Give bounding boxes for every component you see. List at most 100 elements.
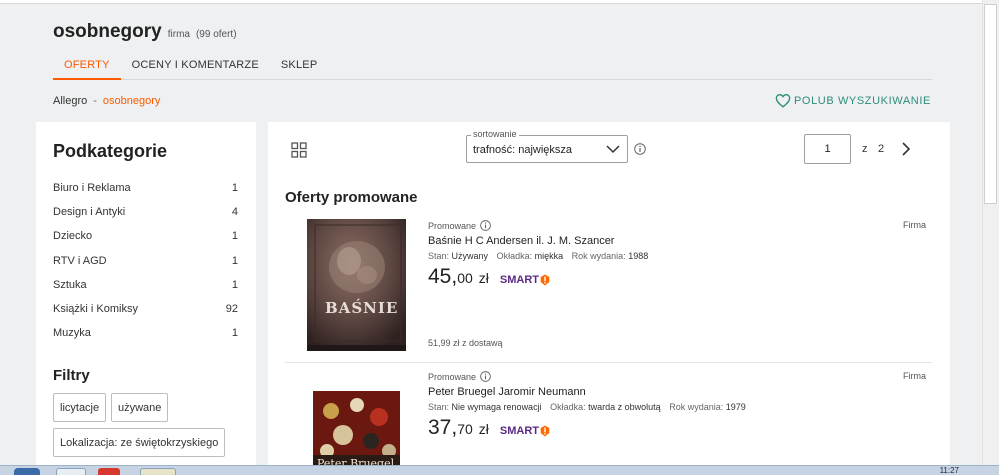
param-value: 1979 (725, 402, 746, 412)
smart-badge: SMART (500, 425, 550, 437)
offer-divider (285, 362, 932, 363)
price-value: 37,70 (428, 416, 473, 439)
filter-chip-lokalizacja[interactable]: Lokalizacja: ze świętokrzyskiego (53, 428, 226, 457)
listing-panel: sortowanie trafność: największa z 2 Ofer… (268, 122, 950, 475)
promoted-text: Promowane (428, 220, 477, 231)
offer-title[interactable]: Peter Bruegel Jaromir Neumann (428, 386, 586, 398)
offer-price: 45,00 zł SMART (428, 265, 550, 289)
promoted-text: Promowane (428, 371, 477, 382)
promoted-label: Promowane (428, 371, 491, 382)
breadcrumb-separator: - (93, 95, 97, 107)
seller-header: osobnegory firma (99 ofert) (53, 21, 237, 43)
param-key: Rok wydania: (669, 402, 724, 412)
page-scrollbar[interactable] (982, 0, 999, 475)
start-button[interactable] (14, 468, 40, 475)
offer-parameters: Stan: Nie wymaga renowacji Okładka: twar… (428, 402, 752, 412)
grid-view-icon[interactable] (291, 142, 307, 158)
subcategory-count: 1 (231, 327, 238, 340)
offer-card: BAŚNIE Promowane Firma Baśnie H C Anders… (285, 214, 932, 359)
promoted-label: Promowane (428, 220, 491, 231)
subcategory-label: RTV i AGD (53, 254, 107, 267)
offer-card: Peter Bruegel Promowane Firma Peter Brue… (285, 365, 932, 475)
subcategory-count: 1 (231, 182, 238, 195)
subcategory-item[interactable]: Dziecko 1 (53, 224, 238, 248)
offer-title[interactable]: Baśnie H C Andersen il. J. M. Szancer (428, 235, 614, 247)
tab-sklep[interactable]: SKLEP (270, 50, 328, 80)
tab-oferty[interactable]: OFERTY (53, 50, 121, 80)
tab-oceny-i-komentarze[interactable]: OCENY I KOMENTARZE (121, 50, 270, 80)
subcategory-item[interactable]: RTV i AGD 1 (53, 249, 238, 273)
chevron-right-icon[interactable] (900, 142, 912, 156)
breadcrumb-root[interactable]: Allegro (53, 95, 87, 107)
subcategory-label: Muzyka (53, 327, 91, 340)
param-value: Nie wymaga renowacji (451, 402, 542, 412)
sort-value: trafność: największa (473, 144, 573, 156)
subcategory-count: 1 (231, 230, 238, 243)
seller-offer-count: (99 ofert) (195, 29, 237, 40)
param-value: Używany (451, 251, 489, 261)
smart-label: SMART (499, 425, 540, 437)
subcategory-count: 1 (231, 278, 238, 291)
scrollbar-thumb[interactable] (984, 4, 997, 204)
subcategory-list: Biuro i Reklama 1 Design i Antyki 4 Dzieck… (53, 176, 238, 345)
page-number-input[interactable] (804, 134, 851, 164)
smart-exclamation-icon (540, 274, 550, 286)
offer-price: 37,70 zł SMART (428, 416, 550, 440)
price-currency: zł (478, 421, 489, 437)
param-value: 1988 (628, 251, 649, 261)
param-key: Stan: (428, 402, 450, 412)
tray-clock: 11:27 (939, 466, 959, 475)
param-key: Rok wydania: (571, 251, 626, 261)
offer-thumbnail[interactable]: BAŚNIE (307, 219, 406, 351)
subcategory-item[interactable]: Biuro i Reklama 1 (53, 176, 238, 200)
filters-title: Filtry (53, 367, 90, 384)
chevron-down-icon (606, 145, 620, 154)
subcategory-item[interactable]: Książki i Komiksy 92 (53, 297, 238, 321)
subcategory-label: Książki i Komiksy (53, 303, 138, 316)
subcategories-title: Podkategorie (53, 141, 168, 161)
like-search-label: POLUB WYSZUKIWANIE (794, 94, 931, 107)
offer-cover-text: BAŚNIE (325, 299, 399, 317)
info-icon[interactable] (480, 371, 491, 382)
subcategory-item[interactable]: Design i Antyki 4 (53, 200, 238, 224)
param-key: Okładka: (496, 251, 533, 261)
browser-top-strip (0, 0, 999, 4)
smart-label: SMART (499, 274, 540, 286)
os-taskbar: 11:27 (0, 465, 999, 475)
info-icon[interactable] (634, 143, 646, 155)
taskbar-app-button[interactable] (98, 468, 120, 475)
subcategory-label: Dziecko (53, 230, 93, 243)
smart-badge: SMART (500, 274, 550, 286)
sort-legend: sortowanie (471, 129, 519, 139)
price-currency: zł (478, 270, 489, 286)
taskbar-app-button[interactable] (140, 468, 176, 475)
sort-select[interactable]: sortowanie trafność: największa (466, 129, 628, 163)
filter-chip-uzywane[interactable]: używane (111, 393, 169, 422)
heart-outline-icon (775, 94, 791, 108)
subcategory-label: Design i Antyki (53, 206, 126, 219)
info-icon[interactable] (480, 220, 491, 231)
subcategory-item[interactable]: Sztuka 1 (53, 273, 238, 297)
subcategory-count: 4 (231, 206, 238, 219)
offer-seller-type: Firma (903, 371, 926, 381)
param-value: twarda z obwolutą (588, 402, 661, 412)
price-value: 45,00 (428, 265, 473, 288)
subcategory-count: 1 (231, 254, 238, 267)
param-value: miękka (534, 251, 564, 261)
smart-exclamation-icon (540, 425, 550, 437)
offer-parameters: Stan: Używany Okładka: miękka Rok wydani… (428, 251, 654, 261)
offer-seller-type: Firma (903, 220, 926, 230)
breadcrumb-current[interactable]: osobnegory (103, 95, 161, 107)
subcategory-item[interactable]: Muzyka 1 (53, 321, 238, 345)
page-of-label: z (862, 143, 868, 155)
taskbar-app-button[interactable] (56, 468, 86, 475)
seller-name: osobnegory (53, 21, 162, 42)
subcategory-label: Biuro i Reklama (53, 182, 131, 195)
param-key: Okładka: (550, 402, 586, 412)
page-total: 2 (878, 143, 885, 155)
like-search-button[interactable]: POLUB WYSZUKIWANIE (775, 93, 931, 108)
offer-thumbnail[interactable]: Peter Bruegel (313, 391, 400, 475)
param-key: Stan: (428, 251, 450, 261)
subcategory-count: 92 (225, 303, 238, 316)
filter-chip-licytacje[interactable]: licytacje (53, 393, 107, 422)
